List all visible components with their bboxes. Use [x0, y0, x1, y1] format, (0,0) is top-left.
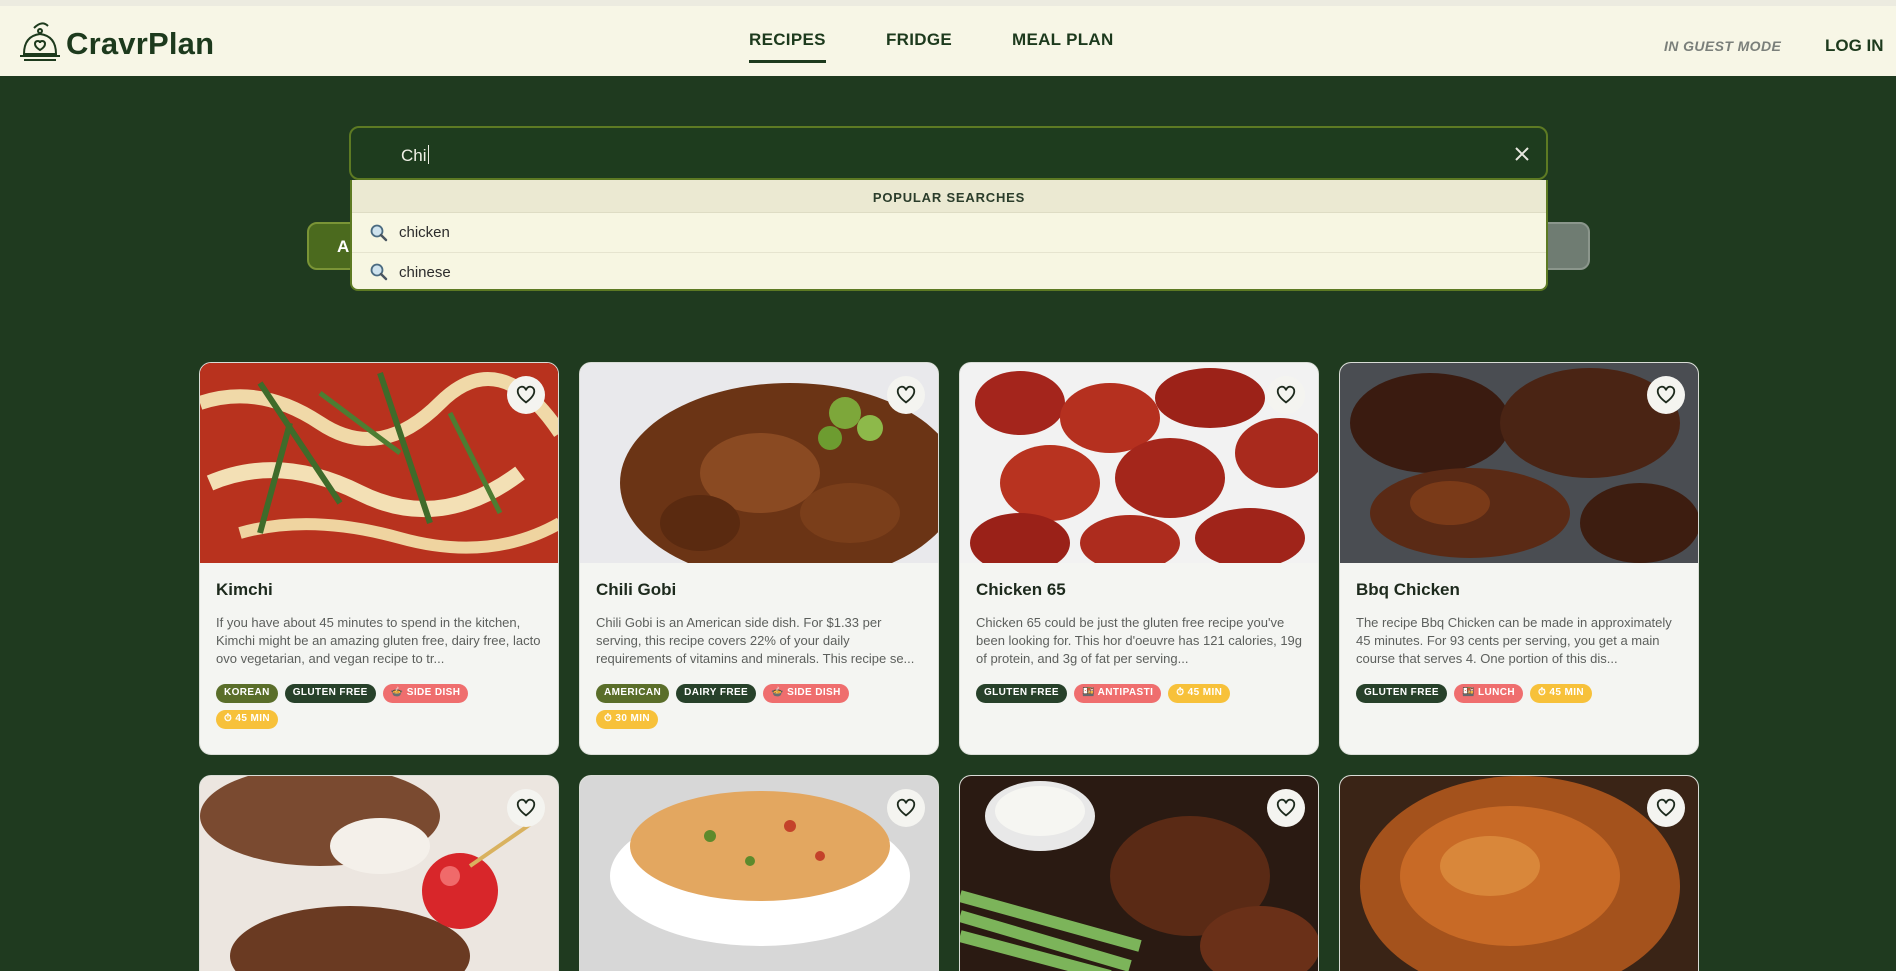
favorite-button[interactable]: [1647, 376, 1685, 414]
recipe-photo: [200, 776, 558, 971]
recipe-photo: [960, 776, 1318, 971]
recipe-card[interactable]: Chili Gobi Chili Gobi is an American sid…: [579, 362, 939, 755]
heart-icon: [1276, 385, 1296, 404]
recipe-tags: GLUTEN FREE 🍱 LUNCH ⏱ 45 MIN: [1340, 674, 1640, 703]
bbq-chicken-photo: [1340, 363, 1698, 563]
nav-fridge[interactable]: FRIDGE: [886, 30, 952, 60]
recipe-image: [1340, 776, 1698, 971]
heart-icon: [1656, 798, 1676, 817]
recipe-image: [960, 363, 1318, 563]
dish-type-label: SIDE DISH: [406, 687, 461, 698]
favorite-button[interactable]: [1267, 376, 1305, 414]
time-label: 45 MIN: [235, 713, 271, 724]
time-tag: ⏱ 30 MIN: [596, 710, 659, 729]
recipe-card[interactable]: [1339, 775, 1699, 971]
diet-tag: DAIRY FREE: [676, 684, 757, 703]
dish-type-label: SIDE DISH: [787, 687, 841, 698]
kimchi-photo: [200, 363, 558, 563]
diet-tag: GLUTEN FREE: [284, 684, 376, 703]
dish-type-tag: 🍱 LUNCH: [1453, 684, 1523, 703]
dish-type-label: ANTIPASTI: [1097, 687, 1154, 698]
suggestion-label: chinese: [399, 263, 451, 281]
favorite-button[interactable]: [1647, 789, 1685, 827]
text-caret: [427, 145, 429, 164]
dish-type-tag: 🍱 ANTIPASTI: [1073, 684, 1162, 703]
login-button[interactable]: LOG IN: [1825, 36, 1884, 56]
recipe-image: [960, 776, 1318, 971]
time-label: 45 MIN: [1549, 687, 1585, 698]
favorite-button[interactable]: [507, 789, 545, 827]
guest-mode-label: IN GUEST MODE: [1664, 38, 1782, 54]
search-bar[interactable]: Chi: [349, 126, 1548, 180]
recipe-description: Chicken 65 could be just the gluten free…: [976, 615, 1303, 666]
suggestion-label: chicken: [399, 224, 450, 241]
time-label: 45 MIN: [1187, 687, 1223, 698]
popular-searches-heading: POPULAR SEARCHES: [352, 180, 1546, 213]
recipe-title: Chili Gobi: [596, 580, 677, 599]
search-input-value: Chi: [401, 146, 427, 165]
recipe-tags: GLUTEN FREE 🍱 ANTIPASTI ⏱ 45 MIN: [960, 674, 1260, 703]
recipe-card[interactable]: Bbq Chicken The recipe Bbq Chicken can b…: [1339, 362, 1699, 755]
top-header: CravrPlan RECIPES FRIDGE MEAL PLAN IN GU…: [0, 0, 1896, 76]
diet-tag: GLUTEN FREE: [976, 684, 1067, 703]
favorite-button[interactable]: [1267, 789, 1305, 827]
recipe-card[interactable]: [959, 775, 1319, 971]
recipe-card[interactable]: [199, 775, 559, 971]
recipe-tags: KOREAN GLUTEN FREE 🍲 SIDE DISH ⏱ 45 MIN: [200, 674, 500, 729]
dish-type-tag: 🍲 SIDE DISH: [382, 684, 469, 703]
heart-icon: [1656, 385, 1676, 404]
time-tag: ⏱ 45 MIN: [216, 710, 279, 729]
search-icon: [370, 224, 388, 241]
close-icon[interactable]: [1510, 142, 1534, 166]
favorite-button[interactable]: [507, 376, 545, 414]
diet-tag: GLUTEN FREE: [1356, 684, 1447, 703]
recipe-title: Kimchi: [216, 580, 273, 599]
recipe-description: Chili Gobi is an American side dish. For…: [596, 615, 915, 666]
recipe-card[interactable]: Chicken 65 Chicken 65 could be just the …: [959, 362, 1319, 755]
recipe-image: [200, 776, 558, 971]
recipe-description: If you have about 45 minutes to spend in…: [216, 615, 541, 666]
recipe-photo: [580, 776, 938, 971]
recipe-image: [200, 363, 558, 563]
heart-icon: [516, 798, 536, 817]
time-tag: ⏱ 45 MIN: [1530, 684, 1593, 703]
heart-icon: [896, 385, 916, 404]
recipe-photo: [1340, 776, 1698, 971]
suggestion-item[interactable]: chinese: [352, 252, 1546, 289]
chicken-65-photo: [960, 363, 1318, 563]
favorite-button[interactable]: [887, 376, 925, 414]
suggestion-item[interactable]: chicken: [352, 213, 1546, 252]
search-input[interactable]: Chi: [401, 145, 429, 166]
recipe-description: The recipe Bbq Chicken can be made in ap…: [1356, 615, 1672, 666]
recipe-card[interactable]: Kimchi If you have about 45 minutes to s…: [199, 362, 559, 755]
recipe-image: [580, 776, 938, 971]
recipe-tags: AMERICAN DAIRY FREE 🍲 SIDE DISH ⏱ 30 MIN: [580, 674, 880, 729]
recipe-image: [1340, 363, 1698, 563]
heart-icon: [516, 385, 536, 404]
recipe-card[interactable]: [579, 775, 939, 971]
nav-recipes[interactable]: RECIPES: [749, 30, 826, 63]
favorite-button[interactable]: [887, 789, 925, 827]
recipe-image: [580, 363, 938, 563]
recipe-title: Bbq Chicken: [1356, 580, 1460, 599]
chef-cloche-icon: [20, 22, 60, 61]
heart-icon: [1276, 798, 1296, 817]
dish-type-label: LUNCH: [1478, 687, 1515, 698]
recipe-title: Chicken 65: [976, 580, 1066, 599]
time-tag: ⏱ 45 MIN: [1168, 684, 1231, 703]
chili-gobi-photo: [580, 363, 938, 563]
cuisine-tag: KOREAN: [216, 684, 278, 703]
app-name: CravrPlan: [66, 26, 215, 61]
app-logo[interactable]: CravrPlan: [18, 20, 214, 68]
cuisine-tag: AMERICAN: [596, 684, 670, 703]
time-label: 30 MIN: [615, 713, 651, 724]
search-suggestions-dropdown: POPULAR SEARCHES chicken chinese: [350, 180, 1548, 291]
dish-type-tag: 🍲 SIDE DISH: [763, 684, 849, 703]
search-icon: [370, 263, 388, 281]
nav-meal-plan[interactable]: MEAL PLAN: [1012, 30, 1114, 60]
heart-icon: [896, 798, 916, 817]
